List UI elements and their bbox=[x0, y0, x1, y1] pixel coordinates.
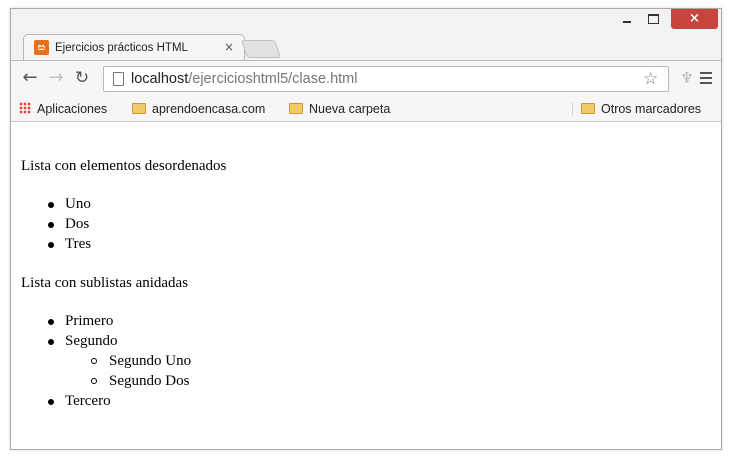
bullet-circle-icon bbox=[91, 358, 97, 364]
url-text[interactable]: localhost/ejercicioshtml5/clase.html bbox=[131, 70, 357, 88]
list-item-label: Primero bbox=[65, 313, 114, 329]
list-item: Tercero bbox=[21, 391, 421, 411]
bookmarks-separator bbox=[572, 102, 573, 116]
paragraph-unordered-heading: Lista con elementos desordenados bbox=[21, 158, 227, 174]
list-item: Uno bbox=[21, 194, 91, 214]
bookmark-label: aprendoencasa.com bbox=[152, 102, 266, 116]
bullet-circle-icon bbox=[91, 378, 97, 384]
list-item: Segundo bbox=[21, 331, 421, 351]
sublist-wrap: Segundo Uno Segundo Dos bbox=[21, 351, 421, 391]
page-icon bbox=[113, 72, 124, 86]
url-path: /ejercicioshtml5/clase.html bbox=[188, 71, 358, 87]
bullet-disc-icon bbox=[48, 399, 54, 405]
reload-icon[interactable]: ↻ bbox=[70, 66, 94, 90]
address-bar[interactable]: localhost/ejercicioshtml5/clase.html ☆ bbox=[103, 66, 669, 92]
list-item-label: Tercero bbox=[65, 393, 111, 409]
new-tab-button[interactable] bbox=[240, 40, 282, 58]
extension-icon[interactable]: ♆ bbox=[679, 70, 695, 86]
minimize-button[interactable] bbox=[615, 9, 639, 29]
toolbar: ← → ↻ localhost/ejercicioshtml5/clase.ht… bbox=[11, 60, 721, 96]
bookmark-star-icon[interactable]: ☆ bbox=[643, 69, 658, 89]
list-item-label: Dos bbox=[65, 216, 90, 232]
sublist-item-label: Segundo Uno bbox=[109, 353, 192, 369]
menu-icon[interactable] bbox=[700, 72, 712, 84]
xampp-favicon-icon: ස bbox=[34, 40, 49, 55]
sublist: Segundo Uno Segundo Dos bbox=[21, 351, 421, 391]
bullet-disc-icon bbox=[48, 222, 54, 228]
forward-arrow-icon[interactable]: → bbox=[44, 66, 68, 90]
back-arrow-icon[interactable]: ← bbox=[18, 66, 42, 90]
bookmark-folder-nueva-carpeta[interactable]: Nueva carpeta bbox=[289, 100, 390, 118]
paragraph-nested-heading: Lista con sublistas anidadas bbox=[21, 275, 189, 291]
folder-icon bbox=[581, 103, 595, 114]
bookmark-folder-aprendoencasa[interactable]: aprendoencasa.com bbox=[132, 100, 265, 118]
bookmark-label: Nueva carpeta bbox=[309, 102, 391, 116]
tab-title: Ejercicios prácticos HTML bbox=[55, 42, 188, 54]
apps-grid-icon bbox=[19, 102, 31, 114]
sublist-item-label: Segundo Dos bbox=[109, 373, 190, 389]
title-bar: × ස Ejercicios prácticos HTML × bbox=[11, 9, 721, 66]
sublist-item: Segundo Dos bbox=[21, 371, 421, 391]
bookmark-apps-label: Aplicaciones bbox=[37, 102, 108, 116]
list-item-label: Segundo bbox=[65, 333, 118, 349]
sublist-container: Segundo Uno Segundo Dos bbox=[21, 351, 421, 391]
url-host: localhost bbox=[131, 71, 189, 87]
browser-tab[interactable]: ස Ejercicios prácticos HTML × bbox=[23, 34, 245, 60]
tab-close-icon[interactable]: × bbox=[224, 39, 234, 55]
bookmark-apps[interactable]: Aplicaciones bbox=[19, 100, 107, 118]
bookmark-other-label: Otros marcadores bbox=[601, 102, 702, 116]
list-item-label: Tres bbox=[65, 236, 92, 252]
list-item: Primero bbox=[21, 311, 421, 331]
maximize-button[interactable] bbox=[641, 9, 665, 29]
bullet-disc-icon bbox=[48, 242, 54, 248]
bookmarks-bar: Aplicaciones aprendoencasa.com Nueva car… bbox=[11, 96, 721, 122]
browser-window: × ස Ejercicios prácticos HTML × ← → ↻ lo… bbox=[10, 8, 722, 450]
bullet-disc-icon bbox=[48, 339, 54, 345]
list-item: Dos bbox=[21, 214, 91, 234]
folder-icon bbox=[132, 103, 146, 114]
unordered-list: Uno Dos Tres bbox=[21, 194, 91, 254]
close-window-button[interactable]: × bbox=[671, 9, 718, 29]
bookmark-other[interactable]: Otros marcadores bbox=[581, 100, 701, 118]
page-content: Lista con elementos desordenados Uno Dos… bbox=[11, 123, 721, 449]
bullet-disc-icon bbox=[48, 319, 54, 325]
sublist-item: Segundo Uno bbox=[21, 351, 421, 371]
folder-icon bbox=[289, 103, 303, 114]
close-icon: × bbox=[689, 11, 700, 26]
nested-list: Primero Segundo Segundo Uno Segundo Dos … bbox=[21, 311, 421, 411]
bullet-disc-icon bbox=[48, 202, 54, 208]
list-item-label: Uno bbox=[65, 196, 91, 212]
list-item: Tres bbox=[21, 234, 91, 254]
